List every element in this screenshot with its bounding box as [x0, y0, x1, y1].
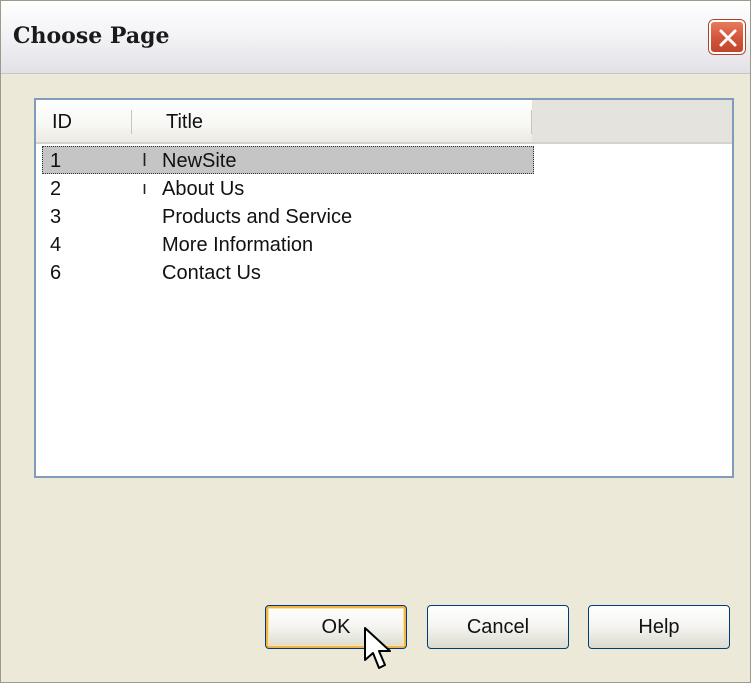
choose-page-dialog: Choose Page ID Title 1 I NewSite 2 ı Abo… [0, 0, 751, 683]
cancel-button[interactable]: Cancel [427, 605, 569, 649]
column-header-title[interactable]: Title [166, 100, 203, 142]
close-icon [719, 29, 737, 47]
help-button[interactable]: Help [588, 605, 730, 649]
column-divider[interactable] [131, 110, 132, 134]
list-item-title: Contact Us [162, 262, 261, 284]
list-item-title: More Information [162, 234, 314, 256]
title-bar[interactable]: Choose Page [1, 1, 750, 74]
column-header-id[interactable]: ID [52, 100, 72, 142]
list-item-id: 4 [50, 234, 62, 256]
list-item[interactable]: 3 Products and Service [42, 202, 534, 230]
list-item-title: Products and Service [162, 206, 353, 228]
list-item[interactable]: 6 Contact Us [42, 258, 534, 286]
close-button[interactable] [709, 20, 745, 54]
list-header: ID Title [36, 100, 732, 144]
header-empty-area [532, 100, 732, 142]
mouse-pointer-icon [364, 627, 391, 669]
dialog-title: Choose Page [13, 23, 170, 49]
list-item[interactable]: 4 More Information [42, 230, 534, 258]
list-item-title: NewSite [162, 150, 237, 172]
page-marker-icon: ı [142, 178, 148, 198]
list-item-title: About Us [162, 178, 245, 200]
page-marker-icon: I [142, 150, 148, 170]
list-item[interactable]: 1 I NewSite [42, 146, 534, 174]
list-item-id: 3 [50, 206, 62, 228]
column-divider[interactable] [531, 110, 532, 134]
list-item-id: 2 [50, 178, 62, 200]
list-item-id: 1 [50, 150, 62, 172]
list-item-id: 6 [50, 262, 62, 284]
page-list[interactable]: ID Title 1 I NewSite 2 ı About Us 3 Prod… [34, 98, 734, 478]
list-item[interactable]: 2 ı About Us [42, 174, 534, 202]
